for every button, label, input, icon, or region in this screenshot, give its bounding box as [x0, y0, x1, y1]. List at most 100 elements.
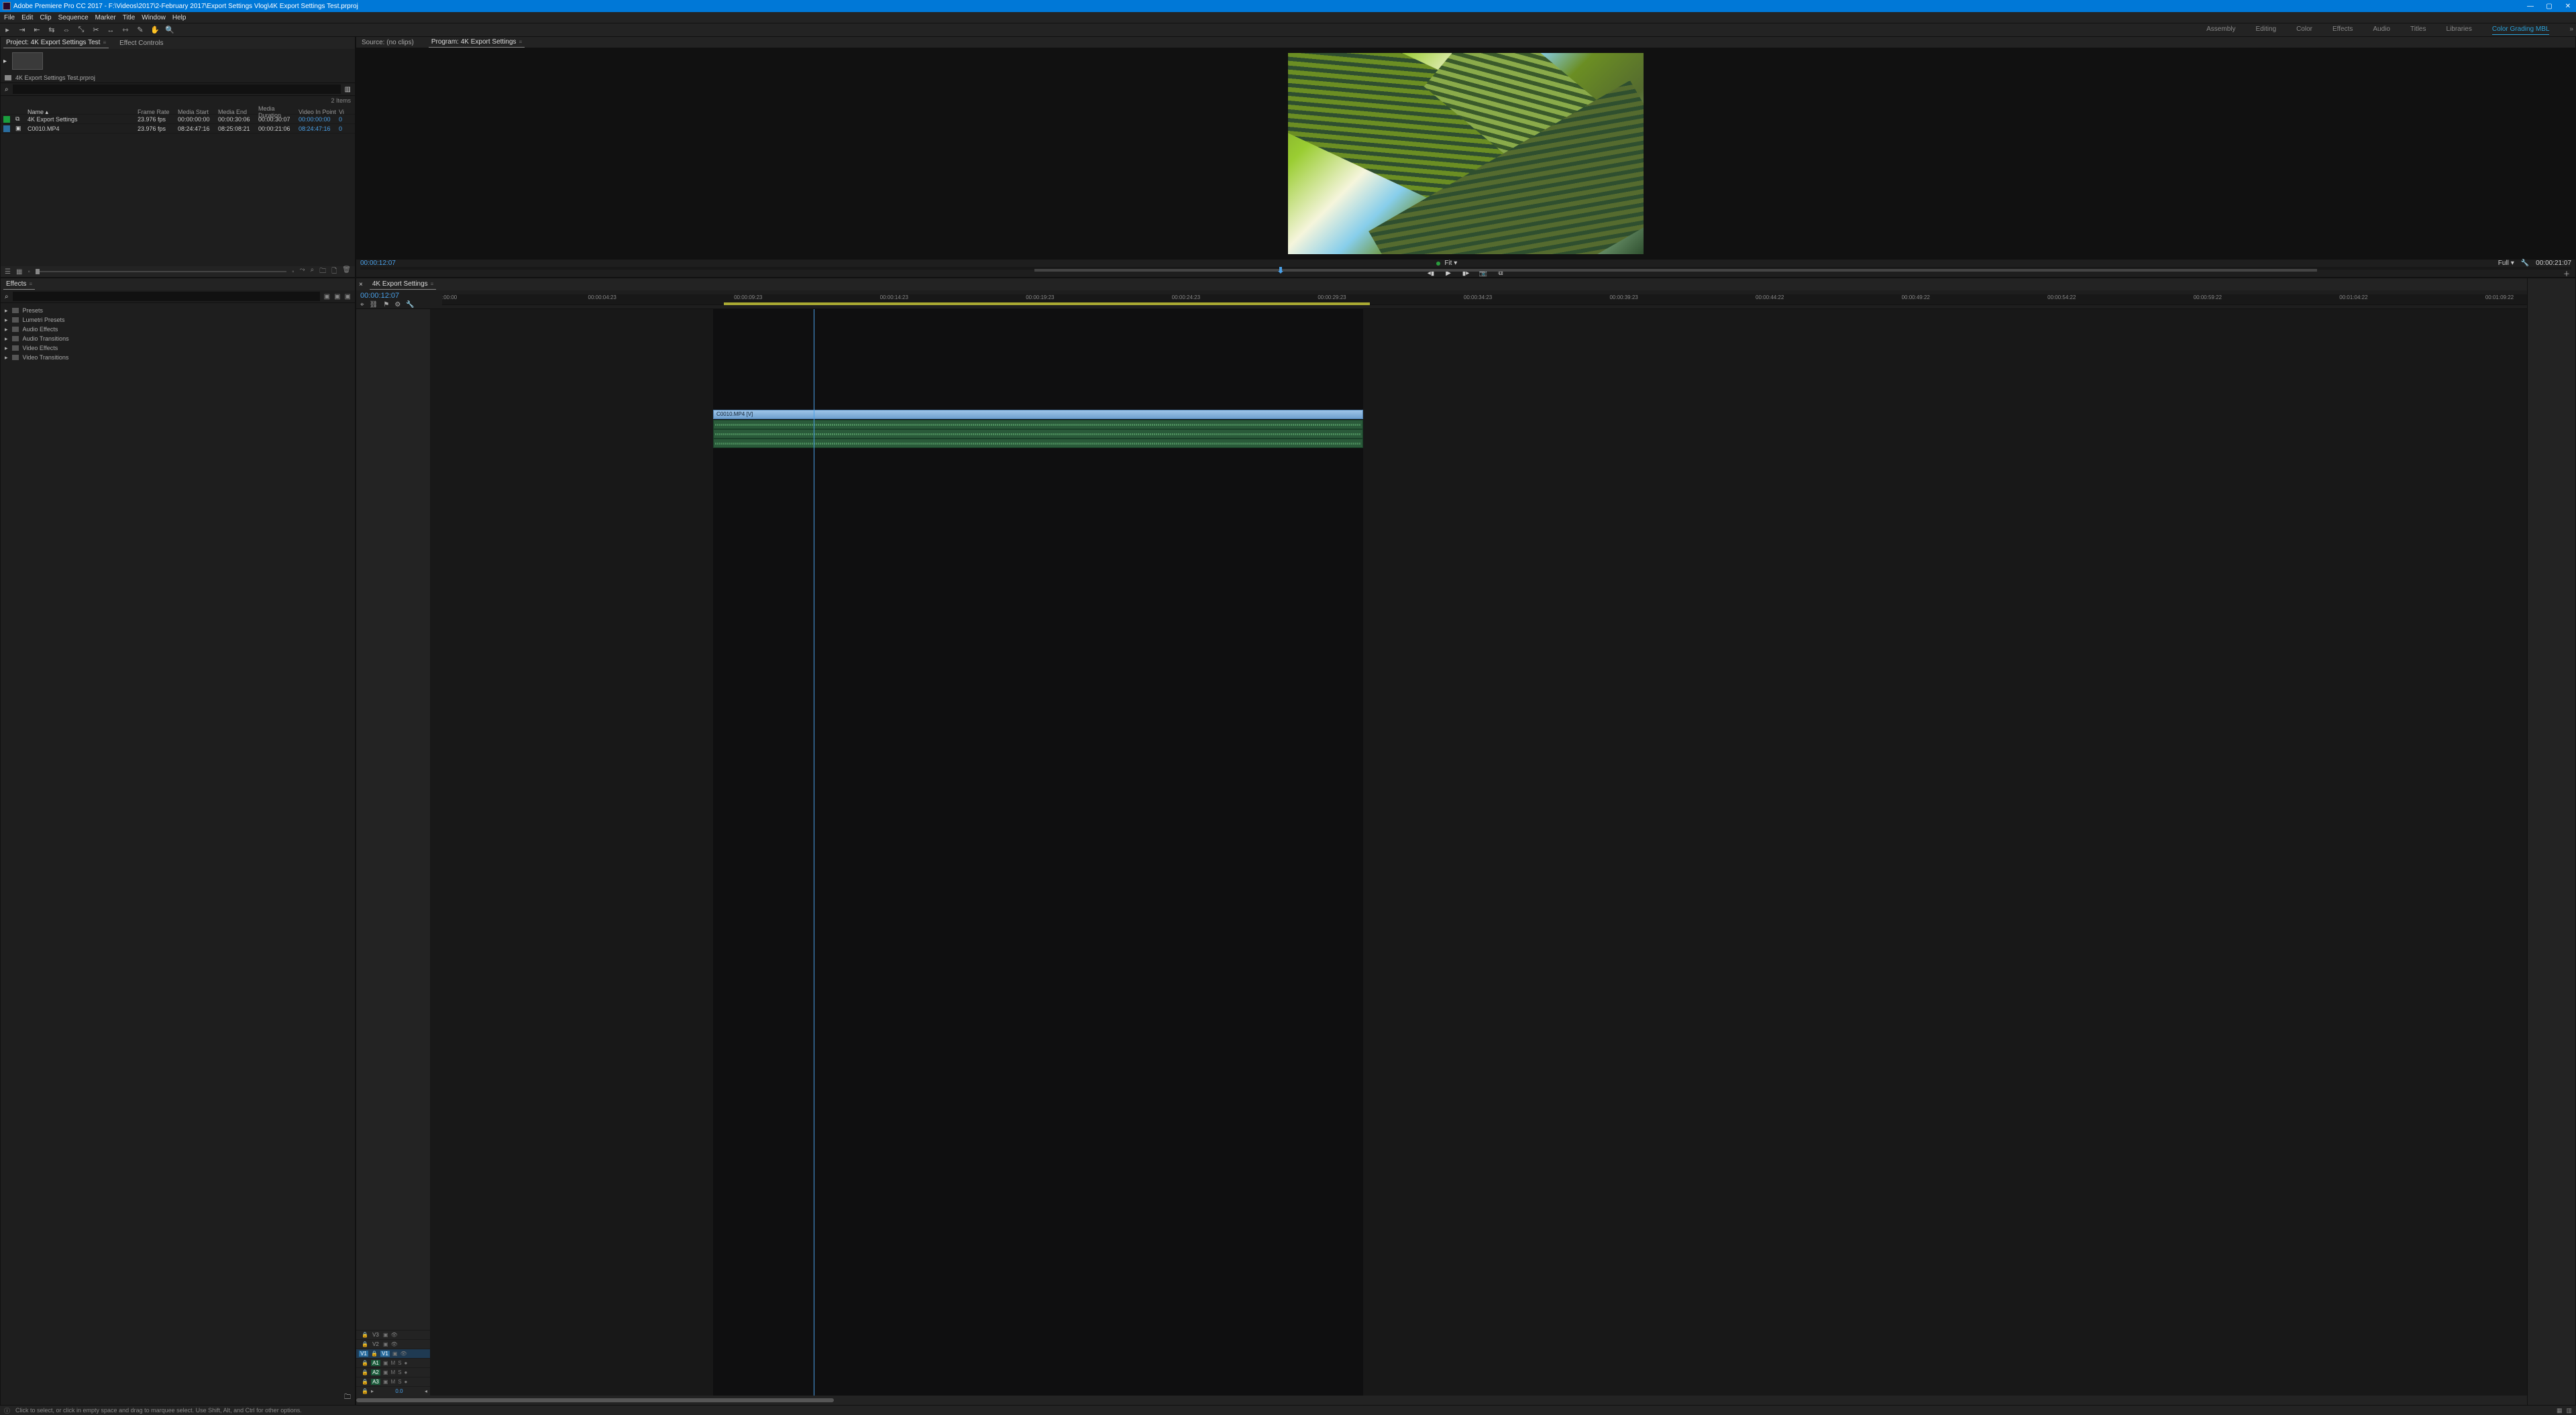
workspace-color[interactable]: Color — [2296, 25, 2312, 35]
timeline-nav-icon[interactable]: × — [359, 281, 363, 288]
playhead-marker[interactable] — [1278, 267, 1283, 274]
tab-effect-controls[interactable]: Effect Controls — [117, 38, 166, 48]
tab-timeline-sequence[interactable]: 4K Export Settings≡ — [370, 279, 437, 290]
list-view-icon[interactable]: ☰ — [5, 268, 11, 276]
auto-sequence-icon[interactable]: ⤳ — [300, 266, 305, 278]
work-area-bar[interactable] — [724, 302, 1370, 305]
project-row-clip[interactable]: ▣ C0010.MP4 23.976 fps 08:24:47:16 08:25… — [1, 124, 355, 133]
workspace-overflow-icon[interactable]: » — [2569, 25, 2573, 35]
workspace-effects[interactable]: Effects — [2332, 25, 2353, 35]
workspace-editing[interactable]: Editing — [2256, 25, 2277, 35]
audio-clip-a2[interactable] — [713, 429, 1363, 439]
close-tab-icon[interactable]: ≡ — [29, 281, 32, 287]
button-editor-icon[interactable]: ＋ — [2562, 268, 2571, 278]
workspace-assembly[interactable]: Assembly — [2206, 25, 2235, 35]
track-header-v3[interactable]: 🔒V3▣👁 — [356, 1330, 430, 1339]
audio-clip-a1[interactable] — [713, 420, 1363, 429]
close-tab-icon[interactable]: ≡ — [519, 39, 523, 45]
menu-window[interactable]: Window — [142, 14, 166, 21]
audio-clip-a3[interactable] — [713, 439, 1363, 448]
menu-help[interactable]: Help — [172, 14, 186, 21]
fx-badge-accelerated-icon[interactable]: ▣ — [324, 293, 330, 300]
workspace-titles[interactable]: Titles — [2410, 25, 2426, 35]
timeline-ruler[interactable]: :00:00 00:00:04:23 00:00:09:23 00:00:14:… — [442, 294, 2527, 305]
timeline-settings-icon[interactable]: ⚙ — [394, 301, 400, 308]
project-columns-header: Name ▴ Frame Rate Media Start Media End … — [1, 105, 355, 115]
folder-lumetri-presets[interactable]: ▸Lumetri Presets — [5, 315, 351, 325]
track-header-v2[interactable]: 🔒V2▣👁 — [356, 1339, 430, 1349]
filter-bin-icon[interactable]: ▥ — [345, 86, 351, 93]
fx-badge-yuv-icon[interactable]: ▣ — [345, 293, 351, 300]
close-tab-icon[interactable]: ≡ — [431, 281, 434, 287]
menu-edit[interactable]: Edit — [21, 14, 33, 21]
zoom-tool-icon[interactable]: 🔍 — [165, 25, 174, 35]
track-header-a2[interactable]: 🔒A2▣MS● — [356, 1367, 430, 1377]
add-marker-icon[interactable]: ⚑ — [383, 301, 389, 308]
new-item-icon[interactable]: 🗋 — [331, 266, 337, 278]
wrench-icon[interactable]: 🔧 — [406, 301, 414, 308]
new-bin-icon[interactable]: 🗀 — [319, 266, 326, 278]
zoom-level-dropdown[interactable]: Full ▾ — [2498, 260, 2514, 267]
track-select-backward-icon[interactable]: ⇤ — [32, 25, 42, 35]
close-button[interactable]: ✕ — [2563, 3, 2573, 10]
project-search-input[interactable] — [13, 84, 341, 94]
slip-tool-icon[interactable]: ↔ — [106, 25, 115, 35]
find-icon[interactable]: ⌕ — [311, 266, 315, 278]
thumbnail-zoom-slider[interactable] — [36, 271, 286, 272]
minimize-button[interactable]: — — [2525, 3, 2536, 10]
selection-tool-icon[interactable]: ▸ — [3, 25, 12, 35]
bin-nav-icon[interactable]: ▸ — [3, 58, 7, 65]
workspace-custom[interactable]: Color Grading MBL — [2492, 25, 2550, 35]
folder-audio-effects[interactable]: ▸Audio Effects — [5, 325, 351, 334]
timeline-zoom-bar[interactable] — [356, 1396, 2527, 1405]
menu-clip[interactable]: Clip — [40, 14, 51, 21]
menu-title[interactable]: Title — [123, 14, 136, 21]
track-header-mix[interactable]: 🔒▸0.0◂ — [356, 1386, 430, 1396]
video-clip[interactable]: C0010.MP4 [V] — [713, 410, 1363, 419]
track-header-a1[interactable]: 🔒A1▣MS● — [356, 1358, 430, 1367]
hand-tool-icon[interactable]: ✋ — [150, 25, 160, 35]
rolling-edit-icon[interactable]: ⇔ — [62, 25, 71, 35]
maximize-button[interactable]: ▢ — [2544, 3, 2555, 10]
folder-video-effects[interactable]: ▸Video Effects — [5, 343, 351, 353]
track-header-v1[interactable]: V1🔒V1▣👁 — [356, 1349, 430, 1358]
slide-tool-icon[interactable]: ⇿ — [121, 25, 130, 35]
razor-tool-icon[interactable]: ✂ — [91, 25, 101, 35]
menu-sequence[interactable]: Sequence — [58, 14, 89, 21]
program-viewer[interactable] — [356, 48, 2575, 260]
workspace-audio[interactable]: Audio — [2373, 25, 2390, 35]
delete-icon[interactable]: 🗑 — [342, 266, 351, 278]
close-tab-icon[interactable]: ≡ — [103, 40, 106, 46]
program-scrub-bar[interactable] — [360, 267, 2571, 270]
folder-presets[interactable]: ▸Presets — [5, 306, 351, 315]
ripple-edit-icon[interactable]: ⇆ — [47, 25, 56, 35]
tab-program[interactable]: Program: 4K Export Settings≡ — [429, 37, 525, 48]
fit-dropdown[interactable]: Fit ▾ — [1444, 260, 1457, 267]
program-timecode[interactable]: 00:00:12:07 — [360, 260, 396, 267]
folder-icon — [12, 308, 19, 313]
menu-marker[interactable]: Marker — [95, 14, 116, 21]
rate-stretch-icon[interactable]: ⤡ — [76, 25, 86, 35]
workspace-libraries[interactable]: Libraries — [2446, 25, 2471, 35]
tab-source[interactable]: Source: (no clips) — [359, 38, 417, 48]
timeline-timecode[interactable]: 00:00:12:07 — [356, 290, 442, 301]
new-bin-icon[interactable]: 🗀 — [344, 1394, 351, 1401]
folder-video-transitions[interactable]: ▸Video Transitions — [5, 353, 351, 362]
menu-file[interactable]: File — [4, 14, 15, 21]
fx-badge-32bit-icon[interactable]: ▣ — [334, 293, 340, 300]
track-header-a3[interactable]: 🔒A3▣MS● — [356, 1377, 430, 1386]
tab-project[interactable]: Project: 4K Export Settings Test≡ — [3, 38, 109, 48]
icon-view-icon[interactable]: ▦ — [16, 268, 22, 276]
linked-selection-icon[interactable]: ⛓ — [370, 301, 378, 308]
track-select-forward-icon[interactable]: ⇥ — [17, 25, 27, 35]
timeline-tracks-area[interactable]: C0010.MP4 [V] — [430, 309, 2527, 1396]
tab-effects[interactable]: Effects≡ — [3, 279, 35, 290]
pen-tool-icon[interactable]: ✎ — [136, 25, 145, 35]
snap-icon[interactable]: ⌖ — [360, 301, 364, 308]
effects-search-input[interactable] — [13, 292, 320, 301]
folder-audio-transitions[interactable]: ▸Audio Transitions — [5, 334, 351, 343]
project-row-sequence[interactable]: ⧉ 4K Export Settings 23.976 fps 00:00:00… — [1, 115, 355, 124]
search-icon[interactable]: ⌕ — [5, 86, 9, 93]
settings-wrench-icon[interactable]: 🔧 — [2521, 260, 2529, 267]
search-icon[interactable]: ⌕ — [5, 293, 9, 300]
